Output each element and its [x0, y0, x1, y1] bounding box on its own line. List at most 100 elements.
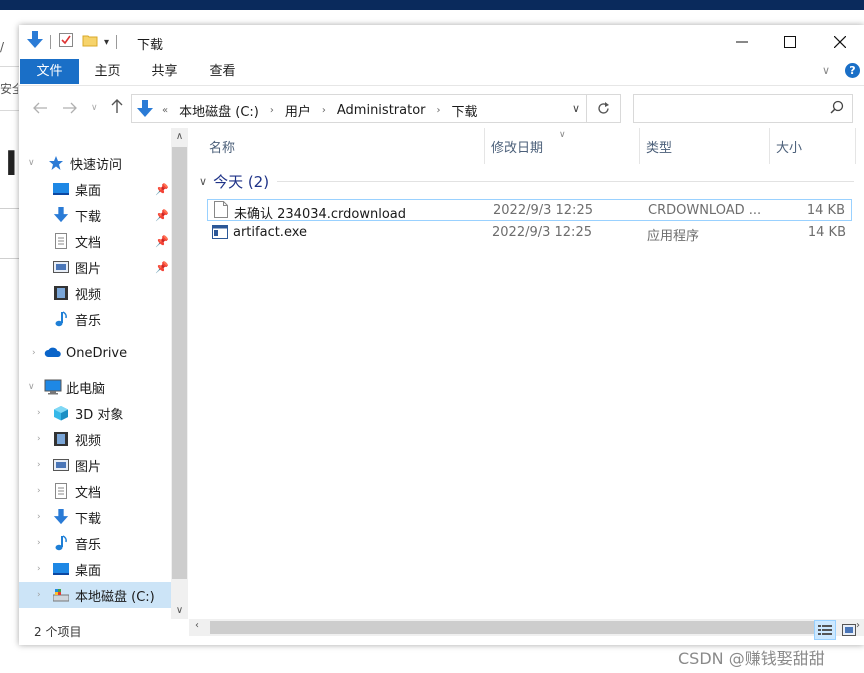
nav-quick-documents[interactable]: 文档 📌 — [19, 228, 171, 254]
nav-quick-downloads[interactable]: 下载 📌 — [19, 202, 171, 228]
column-label: 修改日期 — [491, 140, 544, 156]
refresh-button[interactable] — [587, 94, 621, 123]
collapse-chevron-icon[interactable]: ∨ — [28, 382, 35, 392]
nav-pc-downloads[interactable]: › 下载 — [19, 504, 171, 530]
nav-quick-pictures[interactable]: 图片 📌 — [19, 254, 171, 280]
column-label: 名称 — [209, 140, 236, 156]
tab-home[interactable]: 主页 — [85, 59, 130, 84]
column-header-name[interactable]: 名称 — [189, 128, 485, 164]
collapse-chevron-icon[interactable]: ∨ — [28, 158, 35, 168]
close-icon — [834, 35, 846, 48]
properties-icon[interactable] — [58, 32, 74, 52]
expand-chevron-icon[interactable]: › — [37, 460, 41, 470]
scroll-up-arrow-icon[interactable]: ∧ — [171, 128, 188, 145]
chevron-right-icon[interactable]: › — [437, 105, 441, 116]
address-bar[interactable]: « 本地磁盘 (C:) › 用户 › Administrator › 下载 ∨ — [131, 94, 587, 123]
expand-chevron-icon[interactable]: › — [37, 538, 41, 548]
scrollbar-thumb[interactable] — [172, 147, 187, 579]
nav-label: 视频 — [75, 433, 102, 449]
close-button[interactable] — [816, 25, 864, 58]
toolbar-separator — [116, 35, 118, 49]
tab-file[interactable]: 文件 — [20, 59, 79, 84]
nav-scrollbar[interactable]: ∧ ∨ — [171, 128, 188, 619]
blank-file-icon — [214, 201, 228, 222]
file-date: 2022/9/3 12:25 — [492, 225, 592, 240]
breadcrumb-administrator[interactable]: Administrator — [337, 103, 426, 118]
back-button[interactable] — [33, 100, 47, 118]
column-header-type[interactable]: 类型 — [640, 128, 770, 164]
expand-ribbon-chevron-icon[interactable]: ∨ — [822, 64, 830, 77]
nav-pc-videos[interactable]: › 视频 — [19, 426, 171, 452]
nav-pc-desktop[interactable]: › 桌面 — [19, 556, 171, 582]
nav-pc-local-disk[interactable]: › 本地磁盘 (C:) — [19, 582, 171, 608]
pin-icon[interactable]: 📌 — [155, 183, 169, 196]
breadcrumb-users[interactable]: 用户 — [285, 101, 311, 120]
nav-this-pc[interactable]: ∨ 此电脑 — [19, 374, 171, 400]
collapse-chevron-icon: ∨ — [199, 174, 208, 188]
document-icon — [53, 483, 69, 499]
expand-chevron-icon[interactable]: › — [37, 564, 41, 574]
group-header-today[interactable]: ∨ 今天 (2) — [199, 171, 854, 191]
details-view-button[interactable] — [814, 620, 836, 640]
scrollbar-thumb[interactable] — [210, 621, 835, 634]
tab-view[interactable]: 查看 — [200, 59, 245, 84]
address-dropdown-chevron-icon[interactable]: ∨ — [572, 102, 580, 115]
large-icons-view-button[interactable] — [838, 620, 860, 640]
overflow-breadcrumb-icon[interactable]: « — [162, 105, 168, 116]
nav-quick-desktop[interactable]: 桌面 📌 — [19, 176, 171, 202]
download-arrow-icon[interactable] — [27, 31, 43, 53]
scroll-left-arrow-icon[interactable]: ‹ — [195, 620, 199, 631]
file-row[interactable]: artifact.exe 2022/9/3 12:25 应用程序 14 KB — [207, 222, 852, 244]
forward-button[interactable] — [63, 100, 77, 118]
ribbon-tabs: 文件 主页 共享 查看 ∨ ? — [19, 58, 864, 86]
back-arrow-icon — [33, 102, 47, 114]
file-row[interactable]: 未确认 234034.crdownload 2022/9/3 12:25 CRD… — [207, 199, 852, 222]
pin-icon[interactable]: 📌 — [155, 235, 169, 248]
column-header-size[interactable]: 大小 — [770, 128, 856, 164]
nav-onedrive[interactable]: › OneDrive — [19, 340, 171, 366]
nav-quick-videos[interactable]: 视频 — [19, 280, 171, 306]
search-input[interactable] — [633, 94, 853, 123]
tab-share[interactable]: 共享 — [142, 59, 187, 84]
chevron-right-icon[interactable]: › — [270, 105, 274, 116]
nav-pc-music[interactable]: › 音乐 — [19, 530, 171, 556]
nav-quick-music[interactable]: 音乐 — [19, 306, 171, 332]
new-folder-icon[interactable] — [82, 32, 98, 52]
breadcrumb-downloads[interactable]: 下载 — [452, 101, 478, 120]
nav-pc-3d-objects[interactable]: › 3D 对象 — [19, 400, 171, 426]
nav-pc-documents[interactable]: › 文档 — [19, 478, 171, 504]
video-icon — [53, 285, 69, 301]
up-button[interactable] — [111, 99, 123, 117]
group-label: 今天 (2) — [213, 172, 270, 191]
scroll-down-arrow-icon[interactable]: ∨ — [171, 602, 188, 619]
expand-chevron-icon[interactable]: › — [37, 408, 41, 418]
expand-chevron-icon[interactable]: › — [37, 590, 41, 600]
horizontal-scrollbar[interactable]: ‹ › — [189, 619, 864, 636]
file-explorer-window: ▾ 下载 文件 主页 共享 查看 ∨ ? ∨ « 本地磁盘 (C:) › 用户 … — [19, 25, 864, 645]
pin-icon[interactable]: 📌 — [155, 261, 169, 274]
computer-icon — [44, 379, 62, 395]
bg-text: 安全 — [0, 82, 18, 96]
help-icon[interactable]: ? — [845, 63, 860, 78]
breadcrumb: « 本地磁盘 (C:) › 用户 › Administrator › 下载 — [162, 101, 489, 120]
breadcrumb-local-disk[interactable]: 本地磁盘 (C:) — [179, 101, 259, 120]
nav-pc-pictures[interactable]: › 图片 — [19, 452, 171, 478]
bg-divider — [0, 208, 20, 209]
nav-label: 文档 — [75, 485, 102, 501]
chevron-right-icon[interactable]: › — [322, 105, 326, 116]
expand-chevron-icon[interactable]: › — [37, 434, 41, 444]
expand-chevron-icon[interactable]: › — [37, 486, 41, 496]
nav-quick-access[interactable]: ∨ 快速访问 — [19, 150, 171, 176]
column-header-date[interactable]: 修改日期 — [485, 128, 640, 164]
bg-divider — [0, 110, 20, 111]
hard-drive-icon — [52, 587, 70, 603]
recent-locations-chevron-icon[interactable]: ∨ — [91, 103, 98, 113]
file-type: 应用程序 — [647, 229, 700, 244]
maximize-button[interactable] — [766, 25, 814, 58]
pin-icon[interactable]: 📌 — [155, 209, 169, 222]
customize-toolbar-chevron-icon[interactable]: ▾ — [104, 37, 109, 48]
expand-chevron-icon[interactable]: › — [37, 512, 41, 522]
expand-chevron-icon[interactable]: › — [32, 348, 36, 358]
minimize-button[interactable] — [718, 25, 766, 58]
view-switcher — [812, 620, 860, 640]
